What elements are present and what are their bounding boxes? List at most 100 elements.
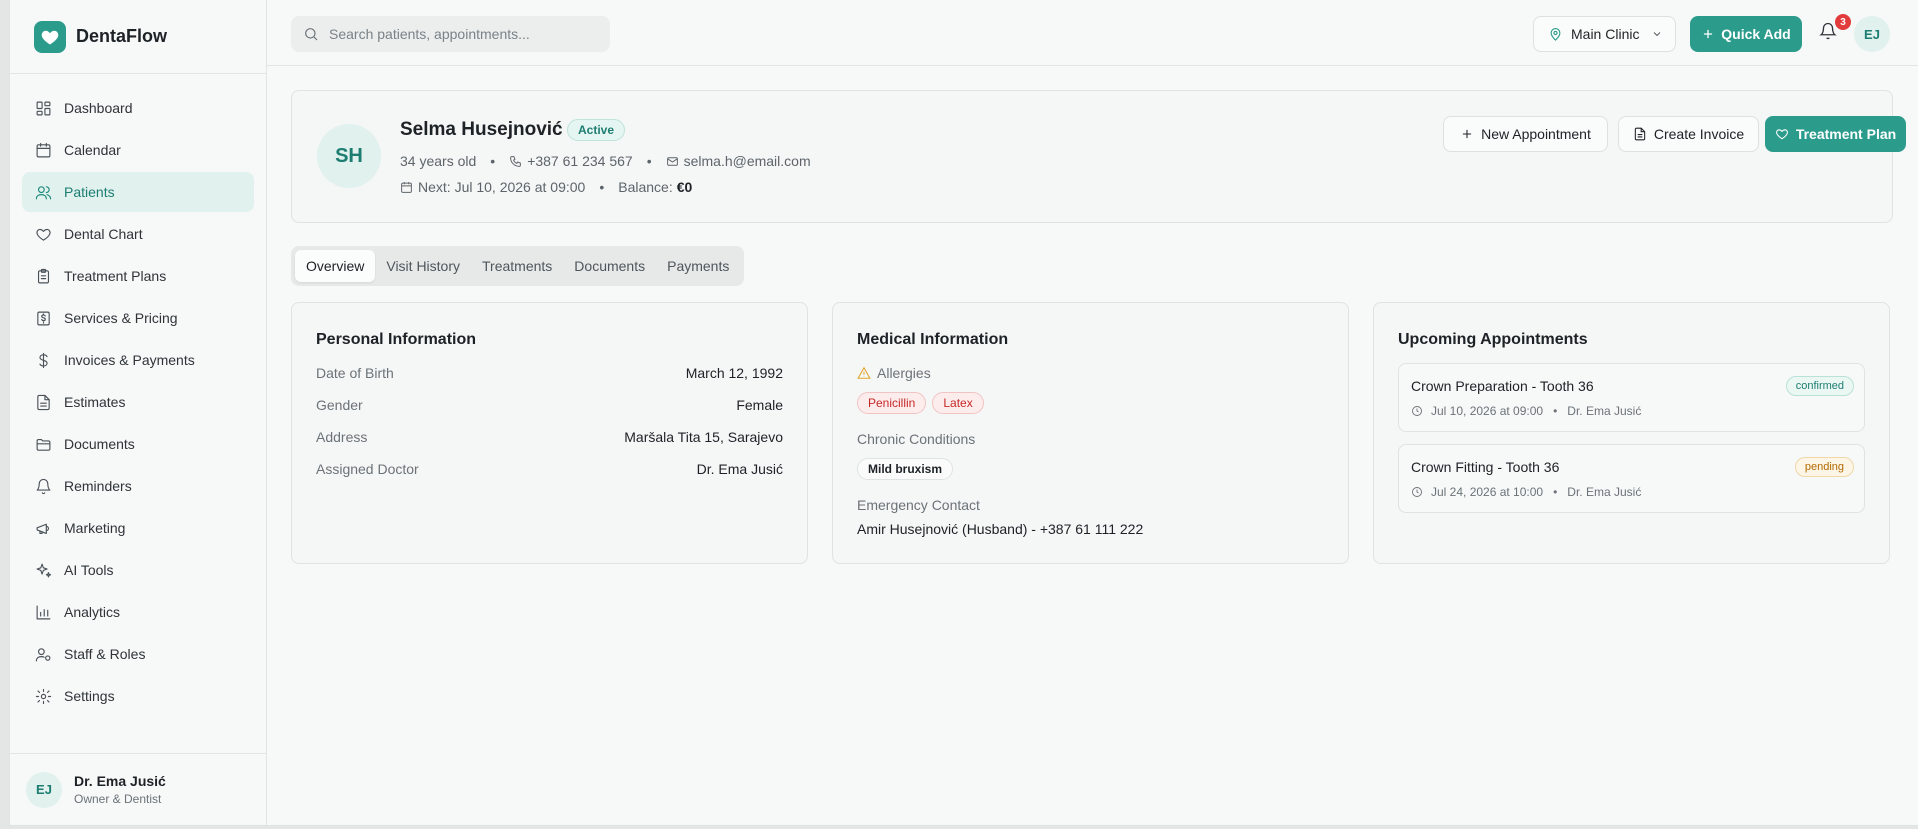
create-invoice-label: Create Invoice (1653, 126, 1745, 142)
plus-icon (1704, 29, 1713, 39)
appointment-time: Jul 10, 2026 at 09:00 (1431, 404, 1544, 418)
user-avatar-button[interactable]: EJ (1854, 16, 1890, 52)
sidebar-item-label: Staff & Roles (64, 646, 146, 662)
allergy-chips: Penicillin Latex (857, 392, 990, 414)
allergy-chip: Latex (932, 392, 984, 414)
sidebar-item-services-pricing[interactable]: Services & Pricing (22, 298, 254, 338)
sidebar-item-ai-tools[interactable]: AI Tools (22, 550, 254, 590)
sidebar-item-analytics[interactable]: Analytics (22, 592, 254, 632)
status-badge: pending (1794, 457, 1854, 477)
dollar-icon (34, 351, 52, 369)
info-value: March 12, 1992 (685, 365, 783, 381)
create-invoice-button[interactable]: Create Invoice (1618, 116, 1759, 152)
sidebar-item-reminders[interactable]: Reminders (22, 466, 254, 506)
avatar: EJ (26, 771, 62, 808)
sidebar-item-label: Documents (64, 436, 135, 452)
sidebar-item-staff-roles[interactable]: Staff & Roles (22, 634, 254, 674)
tab-visit-history[interactable]: Visit History (375, 250, 471, 282)
new-appointment-button[interactable]: New Appointment (1443, 116, 1608, 152)
appointment-item[interactable]: Crown Fitting - Tooth 36 Jul 24, 2026 at… (1398, 444, 1865, 513)
treatment-plan-button[interactable]: Treatment Plan (1765, 116, 1906, 152)
info-row-doctor: Assigned Doctor Dr. Ema Jusić (316, 461, 783, 477)
info-row-address: Address Maršala Tita 15, Sarajevo (316, 429, 783, 445)
sidebar-user[interactable]: EJ Dr. Ema Jusić Owner & Dentist (10, 753, 266, 825)
info-value: Maršala Tita 15, Sarajevo (624, 429, 783, 445)
file-icon (1634, 127, 1646, 141)
sidebar-item-dental-chart[interactable]: Dental Chart (22, 214, 254, 254)
info-label: Assigned Doctor (316, 461, 419, 477)
brand[interactable]: DentaFlow (10, 0, 266, 74)
patient-email[interactable]: selma.h@email.com (684, 153, 811, 169)
appointment-doctor: Dr. Ema Jusić (1567, 404, 1642, 418)
sidebar-item-treatment-plans[interactable]: Treatment Plans (22, 256, 254, 296)
sidebar-item-estimates[interactable]: Estimates (22, 382, 254, 422)
heart-logo-icon (34, 20, 66, 53)
card-title: Medical Information (857, 331, 1009, 348)
sidebar-item-dashboard[interactable]: Dashboard (22, 88, 254, 128)
chronic-chips: Mild bruxism (857, 458, 959, 480)
info-value: Female (736, 397, 783, 413)
search-box[interactable] (291, 16, 610, 52)
balance-label: Balance: (618, 179, 673, 195)
bar-chart-icon (34, 603, 52, 621)
bell-icon (1819, 22, 1837, 40)
clipboard-icon (34, 267, 52, 285)
treatment-plan-label: Treatment Plan (1795, 126, 1897, 142)
user-name: Dr. Ema Jusić (74, 773, 166, 789)
clinic-select[interactable]: Main Clinic (1533, 16, 1676, 52)
info-label: Gender (316, 397, 363, 413)
patient-age: 34 years old (400, 153, 477, 169)
allergies-label: Allergies (857, 365, 931, 381)
info-value: Dr. Ema Jusić (696, 461, 783, 477)
info-row-gender: Gender Female (316, 397, 783, 413)
quick-add-label: Quick Add (1721, 26, 1791, 42)
tab-overview[interactable]: Overview (295, 250, 376, 282)
gear-icon (34, 687, 52, 705)
sidebar-item-label: Treatment Plans (64, 268, 167, 284)
appointment-item[interactable]: Crown Preparation - Tooth 36 Jul 10, 202… (1398, 363, 1865, 432)
sidebar-item-calendar[interactable]: Calendar (22, 130, 254, 170)
sidebar-item-label: Marketing (64, 520, 126, 536)
user-role: Owner & Dentist (74, 792, 162, 806)
patient-tabs: Overview Visit History Treatments Docume… (291, 246, 745, 286)
sidebar-item-label: Calendar (64, 142, 121, 158)
folder-icon (34, 435, 52, 453)
sidebar-item-label: Estimates (64, 394, 126, 410)
patient-next-row: Next: Jul 10, 2026 at 09:00 • Balance: €… (400, 179, 692, 195)
patient-phone[interactable]: +387 61 234 567 (527, 153, 633, 169)
app-window: DentaFlow Dashboard Calendar Patients De… (9, 0, 1918, 826)
tab-payments[interactable]: Payments (656, 250, 740, 282)
sidebar-item-settings[interactable]: Settings (22, 676, 254, 716)
sidebar-item-patients[interactable]: Patients (22, 172, 254, 212)
sidebar-item-label: Analytics (64, 604, 121, 620)
bell-icon (34, 477, 52, 495)
mail-icon (666, 156, 678, 166)
info-label: Date of Birth (316, 365, 394, 381)
upcoming-appointments-card: Upcoming Appointments Crown Preparation … (1373, 302, 1890, 564)
separator-dot: • (1553, 404, 1558, 418)
quick-add-button[interactable]: Quick Add (1690, 16, 1802, 52)
sidebar-item-invoices-payments[interactable]: Invoices & Payments (22, 340, 254, 380)
card-title: Upcoming Appointments (1398, 331, 1588, 348)
sidebar-item-documents[interactable]: Documents (22, 424, 254, 464)
appointment-meta: Jul 10, 2026 at 09:00 • Dr. Ema Jusić (1411, 404, 1641, 418)
tab-documents[interactable]: Documents (563, 250, 656, 282)
search-input[interactable] (329, 26, 599, 42)
tab-treatments[interactable]: Treatments (471, 250, 563, 282)
patient-contact-row: 34 years old • +387 61 234 567 • selma.h… (400, 153, 811, 169)
sparkles-icon (34, 561, 52, 579)
patient-header-card: SH Selma Husejnović Active 34 years old … (291, 90, 1906, 223)
sidebar-item-marketing[interactable]: Marketing (22, 508, 254, 548)
clinic-select-value: Main Clinic (1571, 26, 1640, 42)
balance-value: €0 (676, 179, 693, 195)
heart-icon (34, 225, 52, 243)
patient-avatar: SH (317, 124, 381, 188)
next-appointment: Next: Jul 10, 2026 at 09:00 (418, 179, 586, 195)
separator-dot: • (599, 179, 605, 195)
chevron-down-icon (1654, 32, 1661, 37)
calendar-icon (34, 141, 52, 159)
sidebar-item-label: AI Tools (64, 562, 114, 578)
card-title: Personal Information (316, 331, 477, 348)
appointment-time: Jul 24, 2026 at 10:00 (1431, 485, 1544, 499)
main-content: Main Clinic Quick Add 3 EJ SH Selma Huse… (267, 0, 1918, 825)
